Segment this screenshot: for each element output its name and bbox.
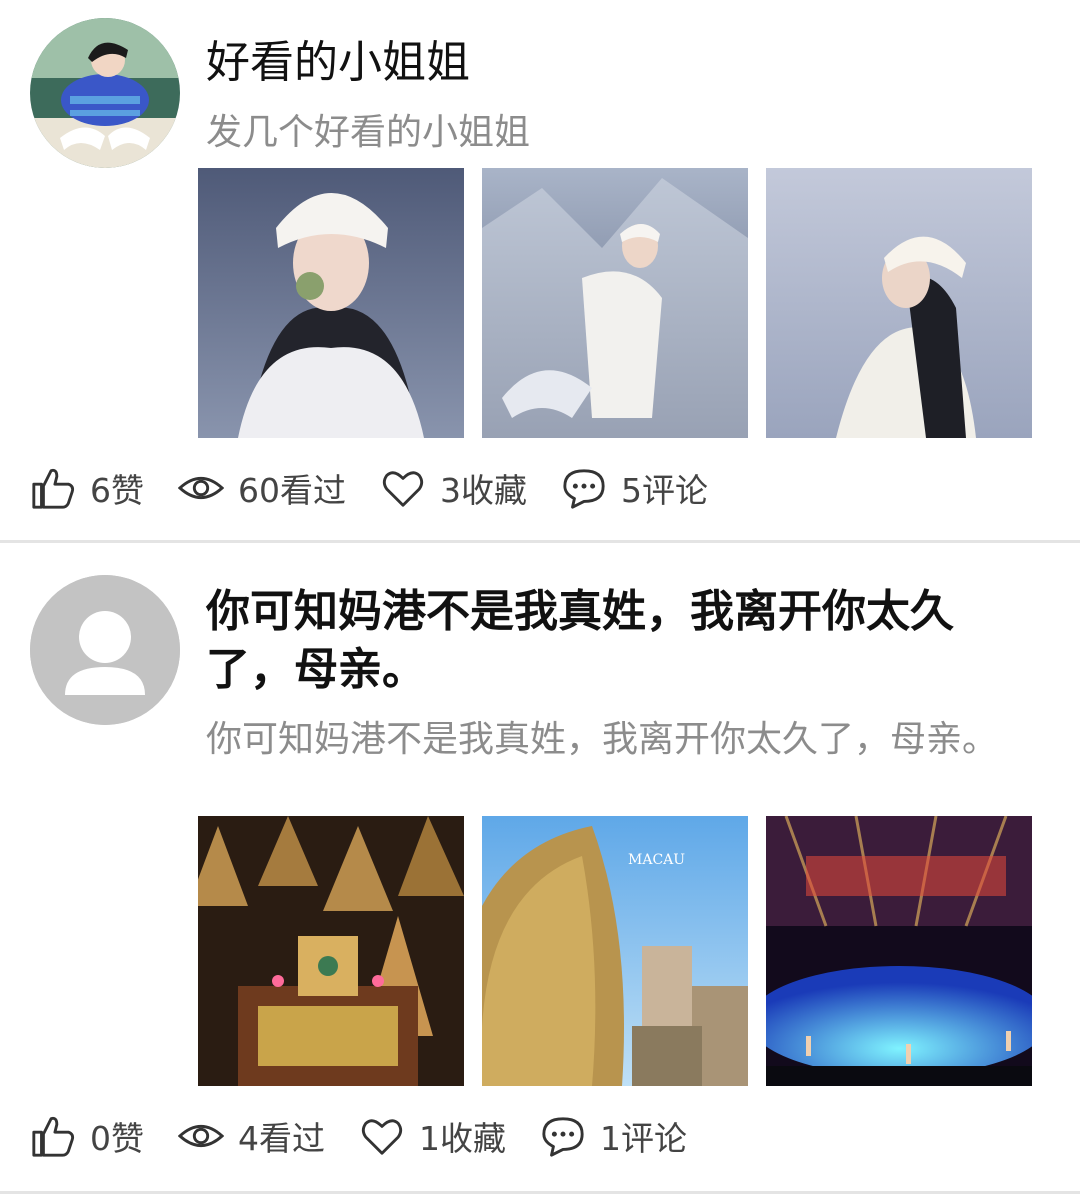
eye-icon xyxy=(178,476,224,500)
post-stats-bar: 0赞 4看过 1收藏 1评论 xyxy=(30,1110,1030,1162)
default-avatar[interactable] xyxy=(30,575,180,725)
view-indicator: 60看过 xyxy=(178,464,346,512)
thumbs-up-icon xyxy=(32,1116,75,1157)
favorite-count: 1收藏 xyxy=(419,1119,506,1158)
post-stats-bar: 6赞 60看过 3收藏 5评论 xyxy=(30,462,1030,514)
favorite-button[interactable]: 3收藏 xyxy=(380,464,527,512)
comment-count: 1评论 xyxy=(600,1119,687,1158)
post-image[interactable] xyxy=(198,168,464,438)
comment-button[interactable]: 5评论 xyxy=(561,464,708,512)
favorite-count: 3收藏 xyxy=(440,471,527,510)
post-image[interactable] xyxy=(198,816,464,1086)
user-avatar[interactable] xyxy=(30,18,180,168)
thumbs-up-icon xyxy=(32,468,75,509)
eye-icon xyxy=(178,1124,224,1148)
post-card[interactable]: 你可知妈港不是我真姓，我离开你太久了，母亲。 你可知妈港不是我真姓，我离开你太久… xyxy=(0,543,1080,1191)
view-indicator: 4看过 xyxy=(178,1112,325,1160)
heart-icon xyxy=(382,471,424,507)
comment-button[interactable]: 1评论 xyxy=(540,1112,687,1160)
heart-icon xyxy=(361,1119,403,1155)
favorite-button[interactable]: 1收藏 xyxy=(359,1112,506,1160)
like-count: 6赞 xyxy=(90,471,144,510)
like-button[interactable]: 6赞 xyxy=(30,464,144,512)
watermark-text: MACAU xyxy=(628,852,685,868)
like-count: 0赞 xyxy=(90,1119,144,1158)
post-card[interactable]: 好看的小姐姐 发几个好看的小姐姐 6赞 60看过 3收藏 5评论 xyxy=(0,0,1080,540)
comment-count: 5评论 xyxy=(621,471,708,510)
post-title[interactable]: 你可知妈港不是我真姓，我离开你太久了，母亲。 xyxy=(206,583,1036,699)
post-image[interactable]: MACAU xyxy=(482,816,748,1086)
comment-bubble-icon xyxy=(542,1117,584,1157)
post-summary: 发几个好看的小姐姐 xyxy=(206,112,531,153)
view-count: 4看过 xyxy=(238,1119,325,1158)
post-image[interactable] xyxy=(766,816,1032,1086)
post-summary: 你可知妈港不是我真姓，我离开你太久了，母亲。 xyxy=(206,719,999,760)
view-count: 60看过 xyxy=(238,471,346,510)
like-button[interactable]: 0赞 xyxy=(30,1112,144,1160)
comment-bubble-icon xyxy=(563,469,605,509)
post-image[interactable] xyxy=(482,168,748,438)
post-title[interactable]: 好看的小姐姐 xyxy=(206,34,1036,92)
post-image[interactable] xyxy=(766,168,1032,438)
